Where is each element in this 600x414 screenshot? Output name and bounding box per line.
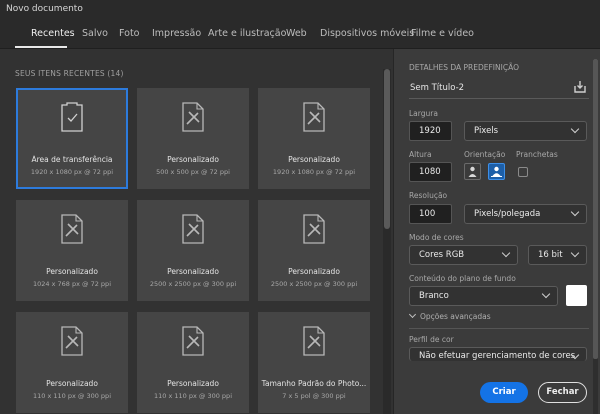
advanced-options-toggle[interactable]: Opções avançadas bbox=[408, 310, 491, 321]
preset-name-field[interactable]: Sem Título-2 bbox=[410, 83, 464, 93]
height-label: Altura bbox=[409, 150, 432, 159]
recent-item-card[interactable]: Personalizado 1920 x 1080 px @ 72 ppi bbox=[258, 88, 370, 189]
color-mode-select[interactable]: Cores RGB bbox=[409, 245, 518, 265]
document-brush-icon bbox=[61, 214, 83, 244]
color-profile-label: Perfil de cor bbox=[409, 335, 454, 344]
title-bar: Novo documento bbox=[0, 0, 600, 22]
tab-bar: Recentes Salvo Foto Impressão Arte e ilu… bbox=[0, 22, 600, 61]
recent-item-card[interactable]: Área de transferência 1920 x 1080 px @ 72… bbox=[16, 88, 128, 189]
clipboard-check-icon bbox=[61, 102, 83, 132]
recent-item-card[interactable]: Personalizado 1024 x 768 px @ 72 ppi bbox=[16, 200, 128, 301]
chevron-down-icon bbox=[408, 310, 417, 319]
recent-item-card[interactable]: Personalizado 500 x 500 px @ 72 ppi bbox=[137, 88, 249, 189]
active-tab-indicator bbox=[15, 46, 67, 48]
advanced-options-label: Opções avançadas bbox=[420, 312, 491, 321]
resolution-unit-select[interactable]: Pixels/polegada bbox=[464, 204, 587, 224]
recent-item-name: Personalizado bbox=[46, 379, 98, 388]
landscape-orientation-button[interactable] bbox=[488, 163, 505, 180]
chevron-down-icon bbox=[541, 289, 551, 299]
background-contents-label: Conteúdo do plano de fundo bbox=[409, 274, 516, 283]
recent-item-name: Tamanho Padrão do Photo... bbox=[261, 379, 367, 388]
recent-item-dimensions: 110 x 110 px @ 300 ppi bbox=[33, 392, 111, 400]
tab-web[interactable]: Web bbox=[286, 28, 307, 39]
chevron-down-icon bbox=[501, 248, 511, 258]
landscape-person-icon bbox=[491, 166, 502, 177]
recent-item-name: Área de transferência bbox=[31, 155, 113, 164]
details-scrollbar[interactable] bbox=[593, 59, 598, 414]
recent-item-card[interactable]: Personalizado 110 x 110 px @ 300 ppi bbox=[137, 312, 249, 413]
details-scrollbar-thumb[interactable] bbox=[593, 59, 598, 359]
recent-item-dimensions: 1920 x 1080 px @ 72 ppi bbox=[272, 168, 356, 176]
tab-foto[interactable]: Foto bbox=[119, 28, 139, 39]
chevron-down-icon bbox=[570, 248, 580, 258]
resolution-label: Resolução bbox=[409, 191, 448, 200]
resolution-input[interactable]: 100 bbox=[409, 204, 452, 224]
recent-item-dimensions: 500 x 500 px @ 72 ppi bbox=[156, 168, 230, 176]
width-input[interactable]: 1920 bbox=[409, 121, 452, 141]
portrait-person-icon bbox=[468, 166, 477, 177]
scrollbar-thumb[interactable] bbox=[384, 69, 390, 229]
preset-details-panel: DETALHES DA PREDEFINIÇÃO Sem Título-2 La… bbox=[393, 49, 600, 414]
background-contents-value: Branco bbox=[419, 291, 449, 301]
tab-impressao[interactable]: Impressão bbox=[152, 28, 201, 39]
recent-item-card[interactable]: Tamanho Padrão do Photo... 7 x 5 pol @ 30… bbox=[258, 312, 370, 413]
color-mode-value: Cores RGB bbox=[419, 250, 465, 260]
color-mode-label: Modo de cores bbox=[409, 233, 464, 242]
recent-item-card[interactable]: Personalizado 110 x 110 px @ 300 ppi bbox=[16, 312, 128, 413]
tab-filme-video[interactable]: Filme e vídeo bbox=[411, 28, 474, 39]
tab-dispositivos-moveis[interactable]: Dispositivos móveis bbox=[320, 28, 414, 39]
artboards-checkbox[interactable] bbox=[518, 167, 528, 177]
artboards-label: Pranchetas bbox=[516, 150, 558, 159]
width-unit-value: Pixels bbox=[474, 126, 499, 136]
document-brush-icon bbox=[303, 326, 325, 356]
close-button[interactable]: Fechar bbox=[538, 382, 587, 403]
recent-item-name: Personalizado bbox=[167, 155, 219, 164]
document-brush-icon bbox=[303, 102, 325, 132]
recent-items-panel: SEUS ITENS RECENTES (14) Área de transfe… bbox=[0, 49, 392, 414]
recent-item-dimensions: 1024 x 768 px @ 72 ppi bbox=[33, 280, 111, 288]
tab-salvo[interactable]: Salvo bbox=[82, 28, 108, 39]
recent-item-name: Personalizado bbox=[167, 267, 219, 276]
tab-recentes[interactable]: Recentes bbox=[31, 28, 75, 39]
recent-item-name: Personalizado bbox=[288, 267, 340, 276]
recent-items-scrollbar[interactable] bbox=[383, 69, 391, 414]
preset-name-underline bbox=[409, 98, 589, 99]
recent-items-heading: SEUS ITENS RECENTES (14) bbox=[15, 69, 124, 78]
create-button[interactable]: Criar bbox=[480, 382, 528, 403]
color-profile-select[interactable]: Não efetuar gerenciamento de cores bbox=[409, 347, 587, 361]
width-unit-select[interactable]: Pixels bbox=[464, 121, 587, 141]
window-title: Novo documento bbox=[6, 4, 83, 14]
color-profile-value: Não efetuar gerenciamento de cores bbox=[419, 351, 576, 361]
document-brush-icon bbox=[61, 326, 83, 356]
resolution-unit-value: Pixels/polegada bbox=[474, 209, 541, 219]
recent-item-card[interactable]: Personalizado 2500 x 2500 px @ 300 ppi bbox=[258, 200, 370, 301]
document-brush-icon bbox=[303, 214, 325, 244]
orientation-label: Orientação bbox=[464, 150, 506, 159]
recent-item-dimensions: 2500 x 2500 px @ 300 ppi bbox=[149, 280, 237, 288]
chevron-down-icon bbox=[570, 207, 580, 217]
bit-depth-select[interactable]: 16 bit bbox=[528, 245, 587, 265]
background-contents-select[interactable]: Branco bbox=[409, 286, 558, 306]
chevron-down-icon bbox=[570, 124, 580, 134]
recent-item-name: Personalizado bbox=[46, 267, 98, 276]
advanced-options-divider bbox=[409, 328, 589, 329]
recent-item-dimensions: 110 x 110 px @ 300 ppi bbox=[154, 392, 232, 400]
recent-item-name: Personalizado bbox=[167, 379, 219, 388]
width-label: Largura bbox=[409, 109, 438, 118]
save-preset-icon[interactable] bbox=[573, 80, 587, 94]
bit-depth-value: 16 bit bbox=[538, 250, 563, 260]
recent-item-dimensions: 2500 x 2500 px @ 300 ppi bbox=[270, 280, 358, 288]
recent-item-dimensions: 1920 x 1080 px @ 72 ppi bbox=[30, 168, 114, 176]
preset-details-heading: DETALHES DA PREDEFINIÇÃO bbox=[409, 63, 519, 72]
background-color-swatch[interactable] bbox=[566, 285, 587, 306]
document-brush-icon bbox=[182, 214, 204, 244]
portrait-orientation-button[interactable] bbox=[464, 163, 481, 180]
document-brush-icon bbox=[182, 326, 204, 356]
recent-item-dimensions: 7 x 5 pol @ 300 ppi bbox=[282, 392, 346, 400]
document-brush-icon bbox=[182, 102, 204, 132]
height-input[interactable]: 1080 bbox=[409, 162, 452, 182]
tab-arte-ilustracao[interactable]: Arte e ilustração bbox=[208, 28, 286, 39]
recent-item-card[interactable]: Personalizado 2500 x 2500 px @ 300 ppi bbox=[137, 200, 249, 301]
recent-item-name: Personalizado bbox=[288, 155, 340, 164]
